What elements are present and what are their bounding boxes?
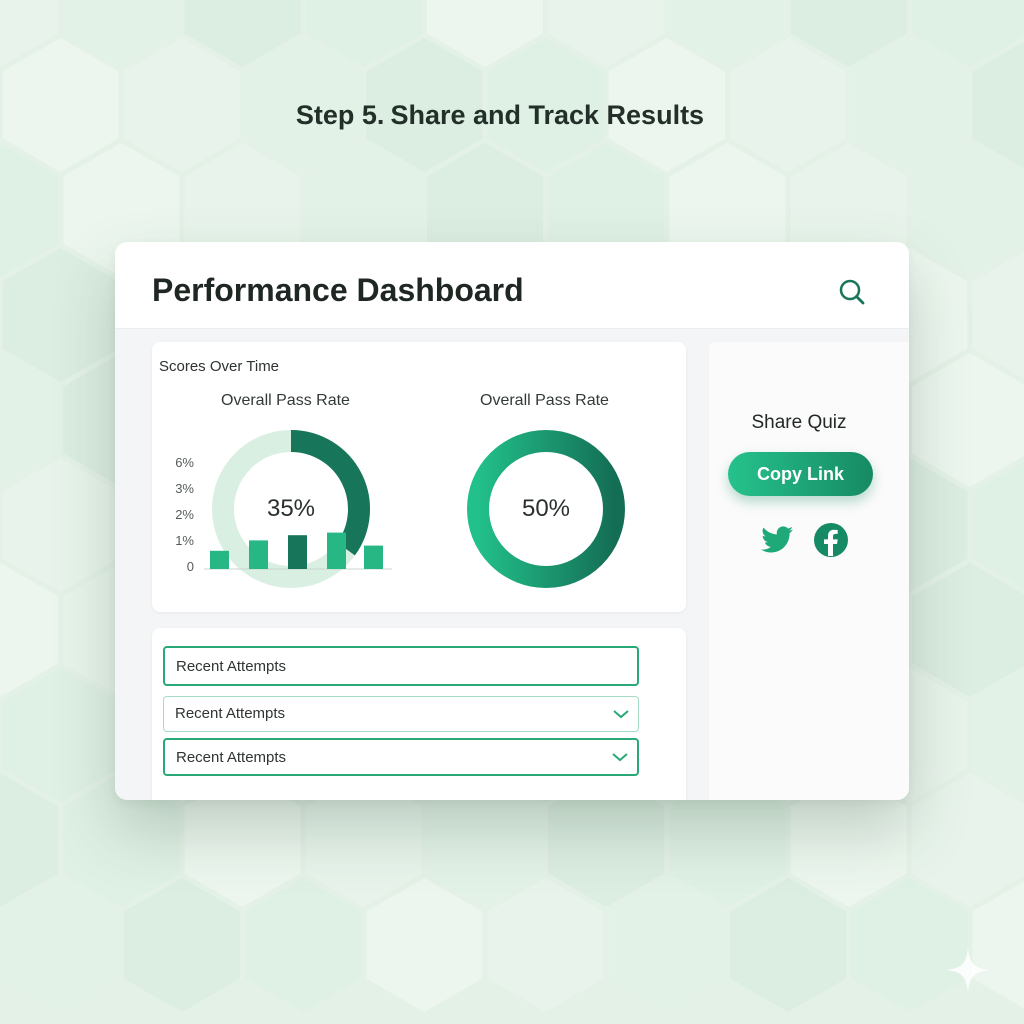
share-quiz-title: Share Quiz [751,412,847,433]
hexagon-tile [608,878,725,1012]
y-tick: 1% [175,533,194,548]
hexagon-tile [730,878,847,1012]
y-tick: 6% [175,455,194,470]
dropdown-label: Recent Attempts [176,749,287,766]
bar [210,550,229,569]
page-title: Performance Dashboard [152,272,524,308]
dashboard-header: Performance Dashboard [115,242,909,329]
search-button[interactable] [835,275,869,309]
bar [249,540,268,569]
hexagon-tile [911,143,1024,277]
twitter-icon [761,526,793,553]
bar [327,532,346,569]
scores-chart-card: Scores Over Time Overall Pass Rate Overa… [152,342,686,612]
twitter-share-button[interactable] [757,520,797,560]
facebook-icon [814,523,848,557]
y-tick: 3% [175,481,194,496]
dashboard-window: Performance Dashboard Scores Over Time O… [115,242,909,800]
bar [364,545,383,569]
hexagon-tile [245,878,362,1012]
hexagon-tile [911,773,1024,907]
share-panel: Share Quiz Copy Link [709,342,909,800]
sparkle-icon [946,948,990,992]
step-title: Share and Track Results [390,100,705,130]
bar [288,535,307,569]
hexagon-tile [911,563,1024,697]
hexagon-tile [2,458,119,592]
y-tick: 2% [175,507,194,522]
dropdown-label: Recent Attempts [175,705,286,722]
chevron-down-icon [612,697,630,731]
scores-chart [204,430,625,588]
recent-attempts-dropdown[interactable]: Recent Attempts [163,696,639,732]
hexagon-tile [2,878,119,1012]
scores-over-time-label: Scores Over Time [159,358,280,375]
step-heading: Step 5. Share and Track Results [0,100,1000,131]
recent-attempts-card: Recent Attempts Recent Attempts Recent A… [152,628,686,800]
recent-attempts-field[interactable]: Recent Attempts [163,646,639,686]
copy-link-button[interactable]: Copy Link [728,452,873,496]
hexagon-tile [123,878,240,1012]
pass-rate-title-left: Overall Pass Rate [221,392,350,409]
donut-center-label-right: 50% [521,495,571,522]
chevron-down-icon [611,740,629,774]
hexagon-tile [2,668,119,802]
donut-center-label-left: 35% [266,495,316,522]
field-label: Recent Attempts [176,658,287,675]
hexagon-tile [2,248,119,382]
y-tick: 0 [186,559,194,574]
facebook-share-button[interactable] [811,520,851,560]
hexagon-tile [911,353,1024,487]
pass-rate-title-right: Overall Pass Rate [480,392,609,409]
search-icon [839,279,865,305]
hexagon-tile [487,878,604,1012]
step-number: Step 5. [295,100,385,130]
recent-attempts-dropdown[interactable]: Recent Attempts [163,738,639,776]
hexagon-tile [366,878,483,1012]
